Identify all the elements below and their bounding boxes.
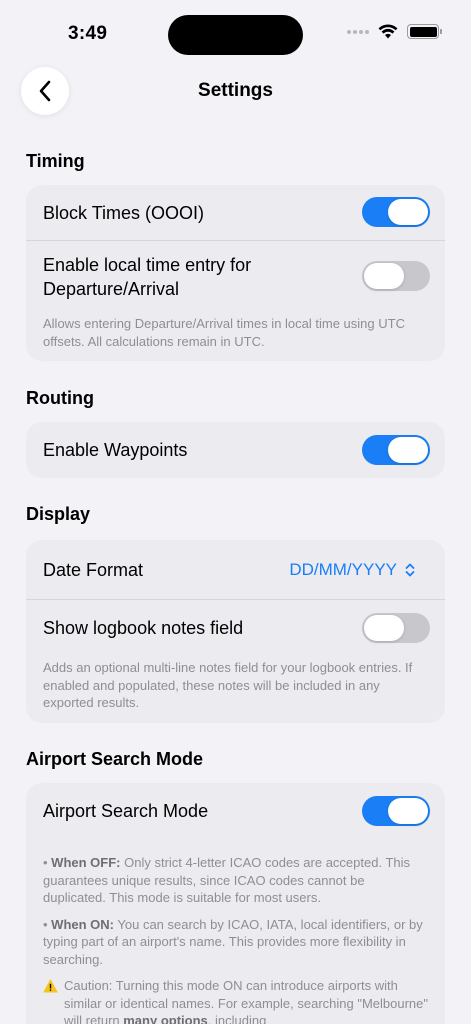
airport-search-description: • When OFF: Only strict 4-letter ICAO co… <box>26 854 445 1024</box>
warning-icon <box>43 979 58 993</box>
airport-search-toggle[interactable] <box>362 796 430 826</box>
off-mode-description: • When OFF: Only strict 4-letter ICAO co… <box>43 855 410 905</box>
local-time-row: Enable local time entry for Departure/Ar… <box>26 241 445 313</box>
block-times-row: Block Times (OOOI) <box>26 185 445 241</box>
cellular-signal-icon <box>347 29 369 34</box>
page-title: Settings <box>198 80 273 101</box>
timing-footnote: Allows entering Departure/Arrival times … <box>43 316 405 349</box>
airport-search-label: Airport Search Mode <box>43 801 209 821</box>
section-header-routing: Routing <box>26 388 94 408</box>
battery-icon <box>407 24 442 39</box>
display-footnote: Adds an optional multi-line notes field … <box>43 660 413 710</box>
local-time-toggle[interactable] <box>362 261 430 291</box>
airport-search-row: Airport Search Mode <box>26 783 445 839</box>
section-header-timing: Timing <box>26 151 85 171</box>
notes-field-row: Show logbook notes field <box>26 600 445 656</box>
local-time-label: Enable local time entry for Departure/Ar… <box>43 255 252 299</box>
section-header-display: Display <box>26 504 91 524</box>
notes-field-toggle[interactable] <box>362 613 430 643</box>
display-card: Date Format DD/MM/YYYY Show logbook note… <box>26 540 445 723</box>
date-format-value: DD/MM/YYYY <box>289 560 397 579</box>
block-times-label: Block Times (OOOI) <box>43 203 205 223</box>
dynamic-island <box>168 15 303 55</box>
caution-note: Caution: Turning this mode ON can introd… <box>43 977 428 1024</box>
date-format-select[interactable]: DD/MM/YYYY <box>289 560 415 580</box>
waypoints-label: Enable Waypoints <box>43 440 188 460</box>
status-bar: 3:49 <box>0 0 471 70</box>
status-time: 3:49 <box>68 23 108 44</box>
waypoints-toggle[interactable] <box>362 435 430 465</box>
block-times-toggle[interactable] <box>362 197 430 227</box>
section-header-airport-search: Airport Search Mode <box>26 749 204 769</box>
waypoints-row: Enable Waypoints <box>26 422 445 478</box>
status-icons <box>347 24 442 39</box>
notes-field-label: Show logbook notes field <box>43 618 244 638</box>
airport-search-card: Airport Search Mode • When OFF: Only str… <box>26 783 445 1024</box>
timing-card: Block Times (OOOI) Enable local time ent… <box>26 185 445 361</box>
wifi-icon <box>378 24 398 39</box>
date-format-label: Date Format <box>43 560 144 580</box>
on-mode-description: • When ON: You can search by ICAO, IATA,… <box>43 916 423 967</box>
routing-card: Enable Waypoints <box>26 422 445 478</box>
date-format-row[interactable]: Date Format DD/MM/YYYY <box>26 540 445 600</box>
chevron-up-down-icon <box>405 563 415 577</box>
